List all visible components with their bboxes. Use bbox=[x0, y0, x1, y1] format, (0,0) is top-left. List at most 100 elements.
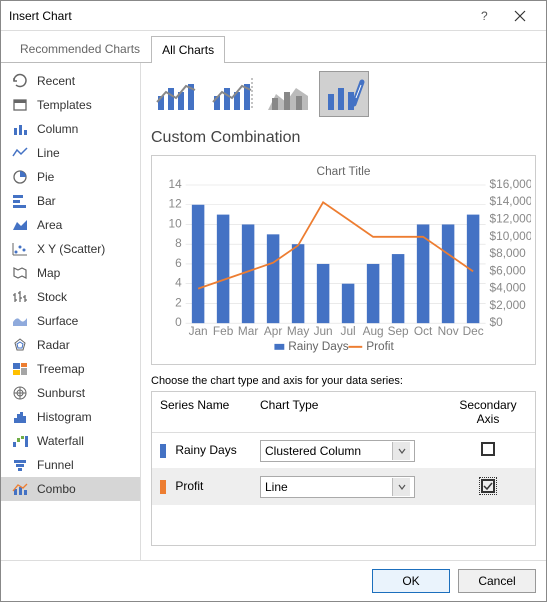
series-name-label: Rainy Days bbox=[175, 443, 236, 457]
sidebar-item-label: Histogram bbox=[37, 410, 92, 424]
sidebar-item-line[interactable]: Line bbox=[1, 141, 140, 165]
sidebar-item-label: Waterfall bbox=[37, 434, 84, 448]
sidebar-item-histogram[interactable]: Histogram bbox=[1, 405, 140, 429]
ok-button[interactable]: OK bbox=[372, 569, 450, 593]
sidebar-item-label: Pie bbox=[37, 170, 54, 184]
subtype-heading: Custom Combination bbox=[151, 129, 536, 147]
subtype-stacked-area-column[interactable] bbox=[263, 71, 313, 117]
combo-subtype-row bbox=[151, 71, 536, 117]
sidebar-item-label: Column bbox=[37, 122, 78, 136]
subtype-clustered-column-line[interactable] bbox=[151, 71, 201, 117]
waterfall-icon bbox=[11, 432, 29, 450]
close-button[interactable] bbox=[502, 2, 538, 30]
tab-recommended[interactable]: Recommended Charts bbox=[9, 35, 151, 62]
sidebar-item-combo[interactable]: Combo bbox=[1, 477, 140, 501]
svg-text:$10,000: $10,000 bbox=[490, 229, 531, 243]
sidebar-item-label: Combo bbox=[37, 482, 76, 496]
secondary-axis-checkbox-profit[interactable] bbox=[481, 479, 495, 493]
sidebar-item-label: Map bbox=[37, 266, 60, 280]
sidebar-item-bar[interactable]: Bar bbox=[1, 189, 140, 213]
svg-text:$8,000: $8,000 bbox=[490, 246, 527, 260]
sidebar-item-funnel[interactable]: Funnel bbox=[1, 453, 140, 477]
svg-text:$16,000: $16,000 bbox=[490, 177, 531, 191]
sidebar-item-recent[interactable]: Recent bbox=[1, 69, 140, 93]
chevron-down-icon bbox=[392, 442, 410, 460]
series-row-profit: Profit Line bbox=[152, 469, 535, 505]
svg-text:Jun: Jun bbox=[314, 324, 333, 338]
sidebar-item-column[interactable]: Column bbox=[1, 117, 140, 141]
header-series-name: Series Name bbox=[152, 392, 252, 432]
main-panel: Custom Combination Chart Title0246810121… bbox=[141, 63, 546, 560]
series-swatch-icon bbox=[160, 480, 166, 494]
sidebar-item-label: Recent bbox=[37, 74, 75, 88]
sidebar-item-map[interactable]: Map bbox=[1, 261, 140, 285]
header-chart-type: Chart Type bbox=[252, 392, 441, 432]
sidebar-item-label: Sunburst bbox=[37, 386, 85, 400]
svg-text:Nov: Nov bbox=[438, 324, 459, 338]
sidebar-item-stock[interactable]: Stock bbox=[1, 285, 140, 309]
svg-text:$4,000: $4,000 bbox=[490, 281, 527, 295]
svg-text:2: 2 bbox=[175, 295, 182, 309]
subtype-clustered-column-line-secondary[interactable] bbox=[207, 71, 257, 117]
sidebar-item-sunburst[interactable]: Sunburst bbox=[1, 381, 140, 405]
sunburst-icon bbox=[11, 384, 29, 402]
sidebar-item-label: X Y (Scatter) bbox=[37, 242, 105, 256]
sidebar-item-label: Radar bbox=[37, 338, 70, 352]
svg-text:4: 4 bbox=[175, 276, 182, 290]
chart-type-select-rainy-days[interactable]: Clustered Column bbox=[260, 440, 415, 462]
grid-spacer bbox=[152, 505, 535, 545]
help-button[interactable]: ? bbox=[466, 2, 502, 30]
sidebar-item-waterfall[interactable]: Waterfall bbox=[1, 429, 140, 453]
svg-text:May: May bbox=[287, 324, 309, 338]
svg-text:?: ? bbox=[481, 10, 488, 22]
sidebar-item-label: Stock bbox=[37, 290, 67, 304]
svg-text:Oct: Oct bbox=[414, 324, 433, 338]
insert-chart-dialog: Insert Chart ? Recommended Charts All Ch… bbox=[0, 0, 547, 602]
sidebar-item-surface[interactable]: Surface bbox=[1, 309, 140, 333]
close-icon bbox=[514, 10, 526, 22]
window-title: Insert Chart bbox=[9, 9, 466, 23]
chevron-down-icon bbox=[392, 478, 410, 496]
radar-icon bbox=[11, 336, 29, 354]
sidebar-item-label: Line bbox=[37, 146, 60, 160]
svg-text:6: 6 bbox=[175, 256, 182, 270]
tab-all-charts[interactable]: All Charts bbox=[151, 36, 225, 63]
secondary-axis-checkbox-rainy-days[interactable] bbox=[481, 442, 495, 456]
area-icon bbox=[11, 216, 29, 234]
svg-text:Jan: Jan bbox=[189, 324, 208, 338]
sidebar-item-area[interactable]: Area bbox=[1, 213, 140, 237]
sidebar-item-pie[interactable]: Pie bbox=[1, 165, 140, 189]
titlebar: Insert Chart ? bbox=[1, 1, 546, 31]
svg-text:Jul: Jul bbox=[341, 324, 356, 338]
svg-text:0: 0 bbox=[175, 315, 182, 329]
series-swatch-icon bbox=[160, 444, 166, 458]
subtype-custom-combination[interactable] bbox=[319, 71, 369, 117]
svg-text:$0: $0 bbox=[490, 315, 504, 329]
svg-text:Aug: Aug bbox=[363, 324, 384, 338]
series-grid: Series Name Chart Type Secondary Axis Ra… bbox=[151, 391, 536, 546]
svg-text:Rainy Days: Rainy Days bbox=[288, 339, 349, 353]
recent-icon bbox=[11, 72, 29, 90]
svg-text:Profit: Profit bbox=[366, 339, 394, 353]
svg-text:$14,000: $14,000 bbox=[490, 194, 531, 208]
sidebar-item-radar[interactable]: Radar bbox=[1, 333, 140, 357]
sidebar-item-templates[interactable]: Templates bbox=[1, 93, 140, 117]
combo-chart-svg: Chart Title02468101214$0$2,000$4,000$6,0… bbox=[156, 160, 531, 360]
cancel-button[interactable]: Cancel bbox=[458, 569, 536, 593]
checkmark-icon bbox=[483, 481, 493, 491]
series-grid-header: Series Name Chart Type Secondary Axis bbox=[152, 392, 535, 433]
help-icon: ? bbox=[478, 10, 490, 22]
treemap-icon bbox=[11, 360, 29, 378]
line-icon bbox=[11, 144, 29, 162]
scatter-icon bbox=[11, 240, 29, 258]
select-value: Line bbox=[265, 480, 288, 494]
sidebar-item-label: Area bbox=[37, 218, 62, 232]
sidebar-item-scatter[interactable]: X Y (Scatter) bbox=[1, 237, 140, 261]
sidebar-item-treemap[interactable]: Treemap bbox=[1, 357, 140, 381]
dialog-buttons: OK Cancel bbox=[1, 560, 546, 601]
sidebar-item-label: Funnel bbox=[37, 458, 74, 472]
svg-text:10: 10 bbox=[168, 216, 182, 230]
chart-type-select-profit[interactable]: Line bbox=[260, 476, 415, 498]
svg-text:Dec: Dec bbox=[463, 324, 484, 338]
combo-icon bbox=[11, 480, 29, 498]
